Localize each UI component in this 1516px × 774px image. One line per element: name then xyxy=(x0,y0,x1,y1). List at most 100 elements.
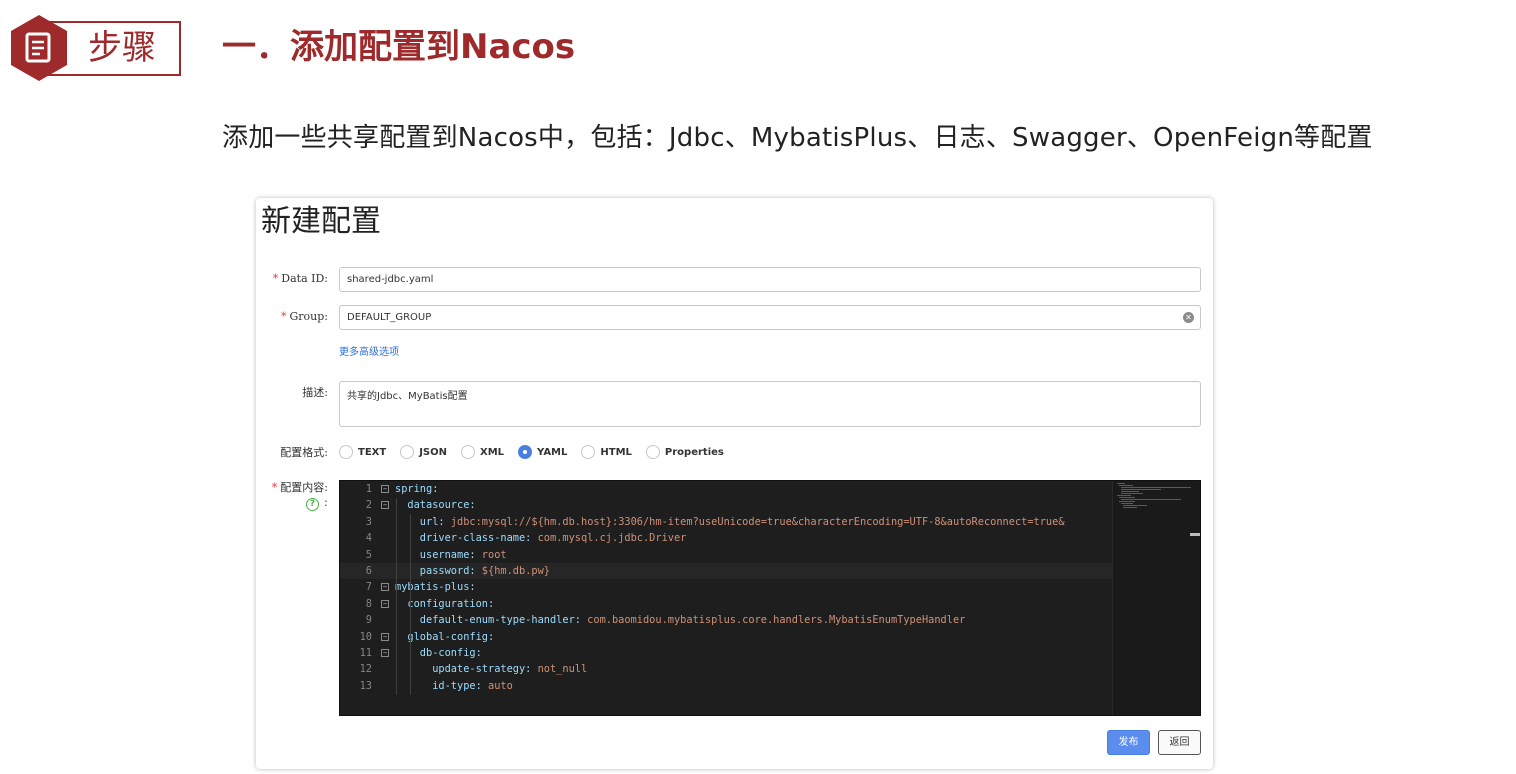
new-config-panel: 新建配置 * Data ID: shared-jdbc.yaml * Group: … xyxy=(256,198,1213,769)
code-text: url: jdbc:mysql://${hm.db.host}:3306/hm-… xyxy=(395,514,1065,530)
radio-dot[interactable] xyxy=(581,445,596,459)
group-input[interactable]: DEFAULT_GROUP ✕ xyxy=(339,305,1201,330)
step-badge: 步骤 xyxy=(10,15,181,81)
code-text: db-config: xyxy=(395,645,482,661)
yaml-key: driver-class-name: xyxy=(395,532,532,545)
code-text: mybatis-plus: xyxy=(395,579,476,595)
indent-guide xyxy=(396,498,397,695)
minimap-line xyxy=(1121,503,1133,504)
code-text: driver-class-name: com.mysql.cj.jdbc.Dri… xyxy=(395,530,687,546)
yaml-key: password: xyxy=(395,565,476,577)
indent-guide xyxy=(410,514,411,596)
code-line[interactable]: 9 default-enum-type-handler: com.baomido… xyxy=(340,612,1115,628)
indent-guide xyxy=(410,596,411,695)
data-id-label: * Data ID: xyxy=(272,272,328,285)
line-number: 3 xyxy=(365,515,372,528)
yaml-key: spring: xyxy=(395,483,439,495)
minimap-line xyxy=(1119,501,1135,502)
line-number: 12 xyxy=(359,663,372,676)
format-radio-properties[interactable]: Properties xyxy=(645,445,724,459)
code-line[interactable]: 7− mybatis-plus: xyxy=(340,579,1115,595)
code-line[interactable]: 6 password: ${hm.db.pw} xyxy=(340,563,1115,580)
fold-icon[interactable]: − xyxy=(381,599,389,608)
format-label: 配置格式: xyxy=(280,446,328,459)
minimap-line xyxy=(1123,507,1137,508)
fold-icon[interactable]: − xyxy=(381,501,389,510)
code-line[interactable]: 13 id-type: auto xyxy=(340,678,1115,694)
radio-dot[interactable] xyxy=(400,445,415,459)
clear-icon[interactable]: ✕ xyxy=(1183,312,1194,323)
fold-icon[interactable]: − xyxy=(381,485,389,493)
format-radio-xml[interactable]: XML xyxy=(460,445,504,459)
line-number: 10 xyxy=(359,630,372,643)
format-radio-html[interactable]: HTML xyxy=(581,445,632,459)
code-line[interactable]: 11 − db-config: xyxy=(340,645,1115,661)
publish-button[interactable]: 发布 xyxy=(1107,730,1150,755)
minimap-line xyxy=(1121,493,1143,494)
code-line[interactable]: 8− configuration: xyxy=(340,596,1115,612)
description-label: 描述: xyxy=(302,386,328,399)
minimap-line xyxy=(1121,487,1191,488)
minimap-line xyxy=(1123,505,1147,506)
advanced-options-link[interactable]: 更多高级选项 xyxy=(339,343,399,358)
help-icon[interactable]: ? xyxy=(306,498,319,511)
help-colon: : xyxy=(324,496,328,509)
line-number: 13 xyxy=(359,679,372,692)
code-line[interactable]: 1 − spring: xyxy=(340,481,1115,497)
minimap-line xyxy=(1117,495,1131,496)
group-value: DEFAULT_GROUP xyxy=(347,312,432,323)
code-editor[interactable]: 1− spring: 2− datasource: 3 url: jdbc:mysql… xyxy=(339,480,1201,716)
code-line[interactable]: 5 username: root xyxy=(340,547,1115,563)
line-number: 2 xyxy=(365,499,372,512)
radio-dot[interactable] xyxy=(460,445,475,459)
format-radio-json[interactable]: JSON xyxy=(400,445,447,459)
format-radio-text[interactable]: TEXT xyxy=(339,445,386,459)
line-number: 1 xyxy=(365,483,372,495)
data-id-input[interactable]: shared-jdbc.yaml xyxy=(339,267,1201,292)
yaml-value: ${hm.db.pw} xyxy=(475,565,550,577)
code-text: datasource: xyxy=(395,497,476,513)
line-number: 11 xyxy=(359,647,372,659)
radio-dot[interactable] xyxy=(645,445,660,459)
fold-icon[interactable]: − xyxy=(381,649,389,657)
line-number: 5 xyxy=(365,548,372,561)
minimap-line xyxy=(1121,491,1139,492)
slide-subtitle: 添加一些共享配置到Nacos中，包括：Jdbc、MybatisPlus、日志、S… xyxy=(222,123,1373,153)
radio-dot-selected[interactable] xyxy=(518,445,533,459)
page-title: 新建配置 xyxy=(261,204,381,239)
line-number: 4 xyxy=(365,532,372,545)
yaml-key: id-type: xyxy=(395,679,482,692)
yaml-key: url: xyxy=(395,515,445,528)
format-radio-group: TEXT JSON XML YAML HTML Properties xyxy=(339,444,738,460)
yaml-value: not_null xyxy=(531,663,588,676)
yaml-key: datasource: xyxy=(395,499,476,512)
line-number: 7 xyxy=(365,581,372,594)
code-line[interactable]: 2− datasource: xyxy=(340,497,1115,513)
fold-icon[interactable]: − xyxy=(381,632,389,641)
code-line[interactable]: 12 update-strategy: not_null xyxy=(340,661,1115,677)
format-radio-yaml[interactable]: YAML xyxy=(518,445,567,459)
fold-icon[interactable]: − xyxy=(381,583,389,592)
yaml-value: com.mysql.cj.jdbc.Driver xyxy=(531,532,687,545)
minimap-line xyxy=(1117,483,1125,484)
minimap-scrollbar[interactable] xyxy=(1190,533,1200,536)
code-text: update-strategy: not_null xyxy=(395,661,587,677)
yaml-key: db-config: xyxy=(395,647,482,659)
minimap-line xyxy=(1119,497,1135,498)
yaml-key: mybatis-plus: xyxy=(395,581,476,594)
back-button[interactable]: 返回 xyxy=(1158,730,1201,755)
content-label: * 配置内容: xyxy=(271,481,328,494)
minimap-line xyxy=(1121,499,1181,500)
step-label: 步骤 xyxy=(88,28,156,68)
code-line[interactable]: 4 driver-class-name: com.mysql.cj.jdbc.D… xyxy=(340,530,1115,546)
code-line[interactable]: 3 url: jdbc:mysql://${hm.db.host}:3306/h… xyxy=(340,514,1115,530)
yaml-value: com.baomidou.mybatisplus.core.handlers.M… xyxy=(580,614,966,627)
code-text: spring: xyxy=(395,481,438,497)
code-text: default-enum-type-handler: com.baomidou.… xyxy=(395,612,966,628)
editor-minimap[interactable] xyxy=(1112,481,1200,715)
yaml-value: jdbc:mysql://${hm.db.host}:3306/hm-item?… xyxy=(444,515,1065,528)
code-line[interactable]: 10− global-config: xyxy=(340,629,1115,645)
line-number: 9 xyxy=(365,614,372,627)
description-textarea[interactable]: 共享的Jdbc、MyBatis配置 xyxy=(339,381,1201,427)
radio-dot[interactable] xyxy=(339,445,353,459)
